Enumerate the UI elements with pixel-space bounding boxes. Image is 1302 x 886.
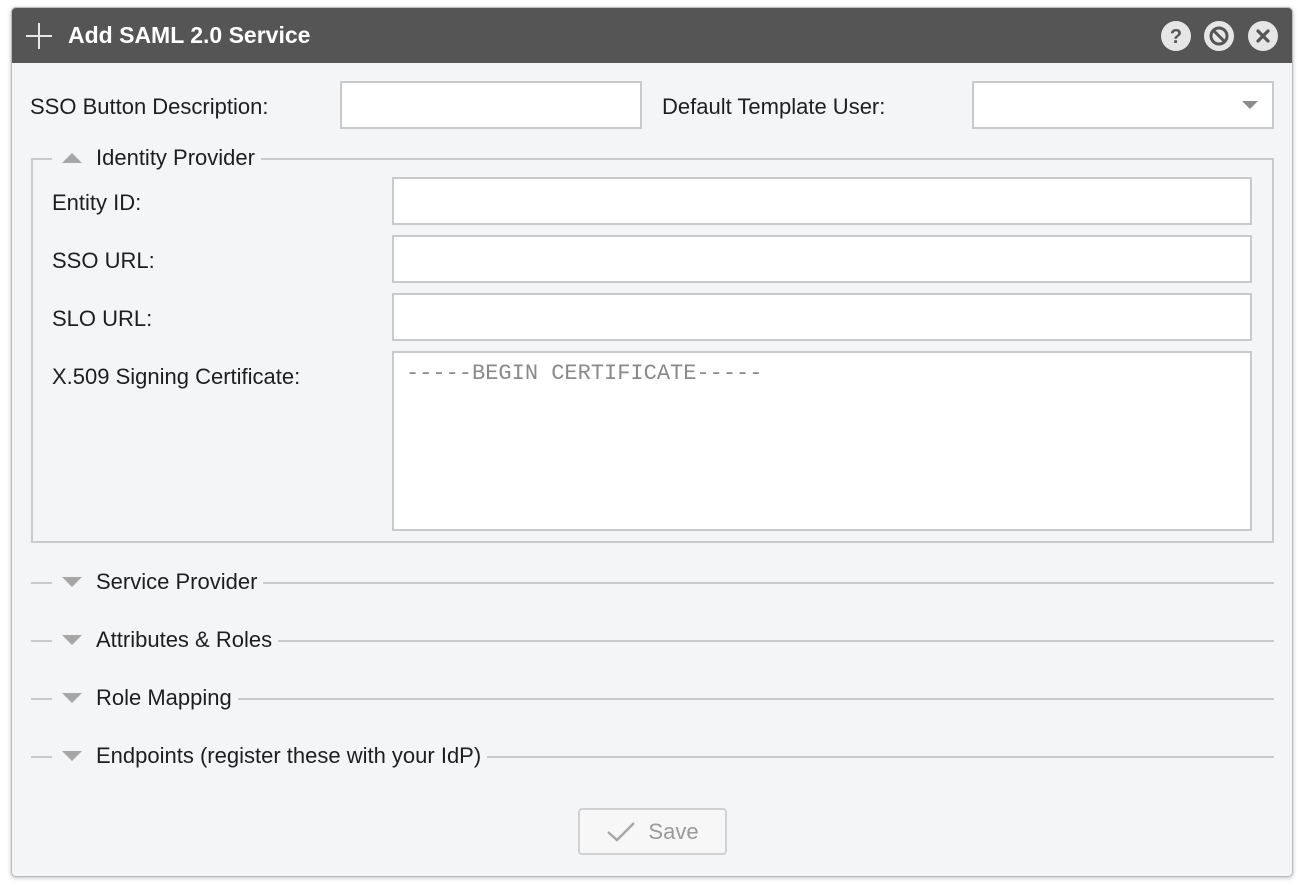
default-template-user-label: Default Template User: xyxy=(662,94,886,119)
section-label: Attributes & Roles xyxy=(96,627,273,652)
plus-icon xyxy=(26,23,52,49)
disable-icon[interactable] xyxy=(1204,21,1234,51)
section-attributes-roles[interactable]: Attributes & Roles xyxy=(31,626,1274,654)
add-saml-service-dialog: Add SAML 2.0 Service ? SSO Button Descri… xyxy=(11,7,1293,877)
sso-url-label: SSO URL: xyxy=(52,248,155,273)
expand-triangle-icon xyxy=(62,577,82,587)
section-endpoints[interactable]: Endpoints (register these with your IdP) xyxy=(31,742,1274,770)
slo-url-input[interactable] xyxy=(392,293,1252,341)
svg-text:?: ? xyxy=(1170,26,1182,46)
expand-triangle-icon xyxy=(62,751,82,761)
entity-id-label: Entity ID: xyxy=(52,190,142,215)
sso-url-input[interactable] xyxy=(392,235,1252,283)
section-label: Role Mapping xyxy=(96,685,232,710)
sso-button-description-label: SSO Button Description: xyxy=(30,94,269,119)
section-header[interactable]: Endpoints (register these with your IdP) xyxy=(52,742,488,770)
help-icon[interactable]: ? xyxy=(1161,21,1191,51)
section-label: Endpoints (register these with your IdP) xyxy=(96,743,482,768)
expand-triangle-icon xyxy=(62,635,82,645)
entity-id-input[interactable] xyxy=(392,177,1252,225)
section-header[interactable]: Attributes & Roles xyxy=(52,626,279,654)
section-label: Service Provider xyxy=(96,569,258,594)
slo-url-label: SLO URL: xyxy=(52,306,153,331)
expand-triangle-icon xyxy=(62,693,82,703)
collapse-triangle-icon xyxy=(62,153,82,163)
dialog-title: Add SAML 2.0 Service xyxy=(68,22,311,48)
sso-button-description-input[interactable] xyxy=(340,81,642,129)
save-button[interactable]: Save xyxy=(578,808,727,855)
default-template-user-select[interactable] xyxy=(972,81,1274,129)
certificate-label: X.509 Signing Certificate: xyxy=(52,364,301,389)
save-label: Save xyxy=(648,818,699,844)
checkmark-icon xyxy=(607,821,636,842)
section-header[interactable]: Service Provider xyxy=(52,568,264,596)
identity-provider-toggle[interactable]: Identity Provider xyxy=(52,144,261,172)
section-role-mapping[interactable]: Role Mapping xyxy=(31,684,1274,712)
dialog-titlebar[interactable]: Add SAML 2.0 Service ? xyxy=(12,8,1292,63)
section-service-provider[interactable]: Service Provider xyxy=(31,568,1274,596)
chevron-down-icon[interactable] xyxy=(1242,101,1258,109)
section-header[interactable]: Role Mapping xyxy=(52,684,238,712)
certificate-textarea[interactable] xyxy=(392,351,1252,531)
close-icon[interactable] xyxy=(1248,21,1278,51)
identity-provider-legend: Identity Provider xyxy=(96,145,255,170)
